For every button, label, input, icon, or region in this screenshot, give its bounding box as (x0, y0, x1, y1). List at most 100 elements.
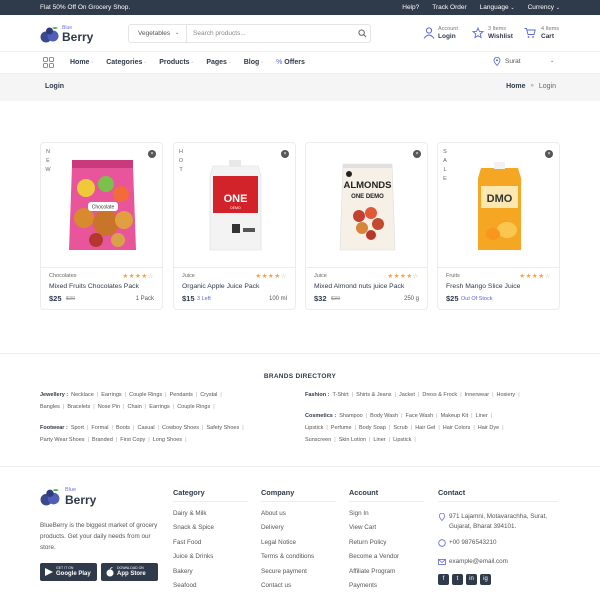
app-store-button[interactable]: DOWNLOAD ON App Store (101, 563, 158, 581)
footer-link[interactable]: Snack & Spice (173, 524, 214, 531)
product-card[interactable]: × ALMONDS ONE DEMO Juice ★★★★☆ Mixed Alm… (305, 142, 428, 310)
instagram-icon[interactable]: ig (480, 574, 491, 585)
nav-item-blog[interactable]: Blog ▫ (244, 59, 263, 66)
user-icon[interactable] (423, 27, 435, 39)
nav-item-offers[interactable]: % Offers (276, 59, 305, 66)
brand-link[interactable]: Necklace (71, 392, 94, 398)
close-icon[interactable]: × (281, 150, 289, 158)
product-name[interactable]: Organic Apple Juice Pack (182, 283, 259, 290)
location-select[interactable]: Surat ⌄ (491, 56, 558, 70)
star-icon[interactable] (472, 27, 484, 39)
footer-link[interactable]: Bakery (173, 568, 193, 575)
brand-link[interactable]: Nose Pin (98, 404, 120, 410)
search-input[interactable]: Search products... (193, 30, 246, 37)
product-card[interactable]: NEW × Chocolate Chocolates ★★★★☆ Mixed F… (40, 142, 163, 310)
footer-link[interactable]: Delivery (261, 524, 284, 531)
nav-item-home[interactable]: Home ▫ (70, 59, 93, 66)
brand-link[interactable]: Jacket (399, 392, 415, 398)
brand-link[interactable]: Innerwear (465, 392, 489, 398)
category-grid-icon[interactable] (43, 57, 54, 68)
brand-link[interactable]: Bangles (40, 404, 60, 410)
brand-link[interactable]: Boots (116, 425, 130, 431)
brand-link[interactable]: Makeup Kit (441, 413, 469, 419)
brand-link[interactable]: Shampoo (339, 413, 363, 419)
cart-icon[interactable] (524, 27, 536, 39)
brand-link[interactable]: Perfume (331, 425, 352, 431)
brand-link[interactable]: Shirts & Jeans (356, 392, 391, 398)
brand-link[interactable]: Hair Colors (443, 425, 471, 431)
brand-link[interactable]: Formal (91, 425, 108, 431)
wishlist[interactable]: 3 Items Wishlist (488, 26, 513, 40)
contact-phone[interactable]: +00 9876543210 (449, 538, 496, 548)
nav-item-categories[interactable]: Categories ▫ (106, 59, 146, 66)
brand-link[interactable]: Party Wear Shoes (40, 437, 85, 443)
footer-link[interactable]: View Cart (349, 524, 376, 531)
brand-link[interactable]: First Copy (120, 437, 145, 443)
footer-link[interactable]: Terms & conditions (261, 553, 314, 560)
footer-link[interactable]: Dairy & Milk (173, 510, 207, 517)
nav-item-pages[interactable]: Pages ▫ (206, 59, 230, 66)
breadcrumb-home[interactable]: Home (506, 83, 525, 90)
brand-link[interactable]: Sport (71, 425, 84, 431)
brand-link[interactable]: Couple Rings (129, 392, 162, 398)
brand-link[interactable]: Earrings (101, 392, 121, 398)
footer-link[interactable]: Juice & Drinks (173, 553, 213, 560)
footer-link[interactable]: Return Policy (349, 539, 386, 546)
brand-link[interactable]: Sunscreen (305, 437, 331, 443)
close-icon[interactable]: × (413, 150, 421, 158)
brand-link[interactable]: Liner (476, 413, 488, 419)
search-icon[interactable] (358, 29, 367, 38)
brand-link[interactable]: Casual (137, 425, 154, 431)
brand-link[interactable]: Safety Shoes (206, 425, 239, 431)
google-play-button[interactable]: GET IT ON Google Play (40, 563, 97, 581)
brand-link[interactable]: Branded (92, 437, 113, 443)
brand-link[interactable]: Dress & Frock (422, 392, 457, 398)
close-icon[interactable]: × (148, 150, 156, 158)
brand-link[interactable]: Crystal (200, 392, 217, 398)
brand-link[interactable]: Hair Gel (415, 425, 435, 431)
brand-link[interactable]: Long Shoes (153, 437, 182, 443)
brand-link[interactable]: Liner (373, 437, 385, 443)
brand-link[interactable]: T-Shirt (332, 392, 348, 398)
help-link[interactable]: Help? (402, 4, 419, 11)
currency-dropdown[interactable]: Currency ⌄ (528, 4, 560, 11)
brand-link[interactable]: Cowboy Shoes (162, 425, 199, 431)
track-order-link[interactable]: Track Order (432, 4, 466, 11)
close-icon[interactable]: × (545, 150, 553, 158)
category-select[interactable]: Vegetables ⌄ (129, 25, 187, 42)
brand-link[interactable]: Pendants (170, 392, 193, 398)
footer-link[interactable]: Sign In (349, 510, 369, 517)
footer-link[interactable]: Legal Notice (261, 539, 296, 546)
brand-link[interactable]: Hair Dye (478, 425, 499, 431)
brand-link[interactable]: Skin Lotion (339, 437, 366, 443)
account-login[interactable]: Account Login (438, 26, 458, 40)
linkedin-icon[interactable]: in (466, 574, 477, 585)
contact-email[interactable]: example@email.com (449, 557, 508, 567)
brand-link[interactable]: Earrings (149, 404, 169, 410)
brand-link[interactable]: Body Soap (359, 425, 386, 431)
brand-link[interactable]: Scrub (393, 425, 407, 431)
facebook-icon[interactable]: f (438, 574, 449, 585)
product-card[interactable]: SALE × DMO Fruits ★★★★☆ Fresh Mango Slic… (437, 142, 560, 310)
footer-logo[interactable]: Blue Berry (40, 487, 105, 509)
footer-link[interactable]: Become a Vendor (349, 553, 399, 560)
product-name[interactable]: Mixed Almond nuts juice Pack (314, 283, 404, 290)
product-card[interactable]: HOT × ONE DEMO Juice ★★★★☆ Organic Apple… (173, 142, 296, 310)
brand-link[interactable]: Chain (127, 404, 141, 410)
footer-link[interactable]: Secure payment (261, 568, 307, 575)
footer-link[interactable]: Fast Food (173, 539, 201, 546)
cart[interactable]: 4 Items Cart (541, 26, 559, 40)
footer-link[interactable]: Contact us (261, 582, 291, 589)
footer-link[interactable]: Seafood (173, 582, 196, 589)
language-dropdown[interactable]: Language ⌄ (480, 4, 515, 11)
footer-link[interactable]: About us (261, 510, 286, 517)
brand-link[interactable]: Couple Rings (177, 404, 210, 410)
brand-link[interactable]: Hosiery (497, 392, 516, 398)
brand-link[interactable]: Bracelets (67, 404, 90, 410)
product-name[interactable]: Mixed Fruits Chocolates Pack (49, 283, 139, 290)
brand-link[interactable]: Lipstick (393, 437, 411, 443)
footer-link[interactable]: Affiliate Program (349, 568, 395, 575)
brand-link[interactable]: Body Wash (370, 413, 398, 419)
brand-link[interactable]: Face Wash (406, 413, 434, 419)
product-name[interactable]: Fresh Mango Slice Juice (446, 283, 520, 290)
